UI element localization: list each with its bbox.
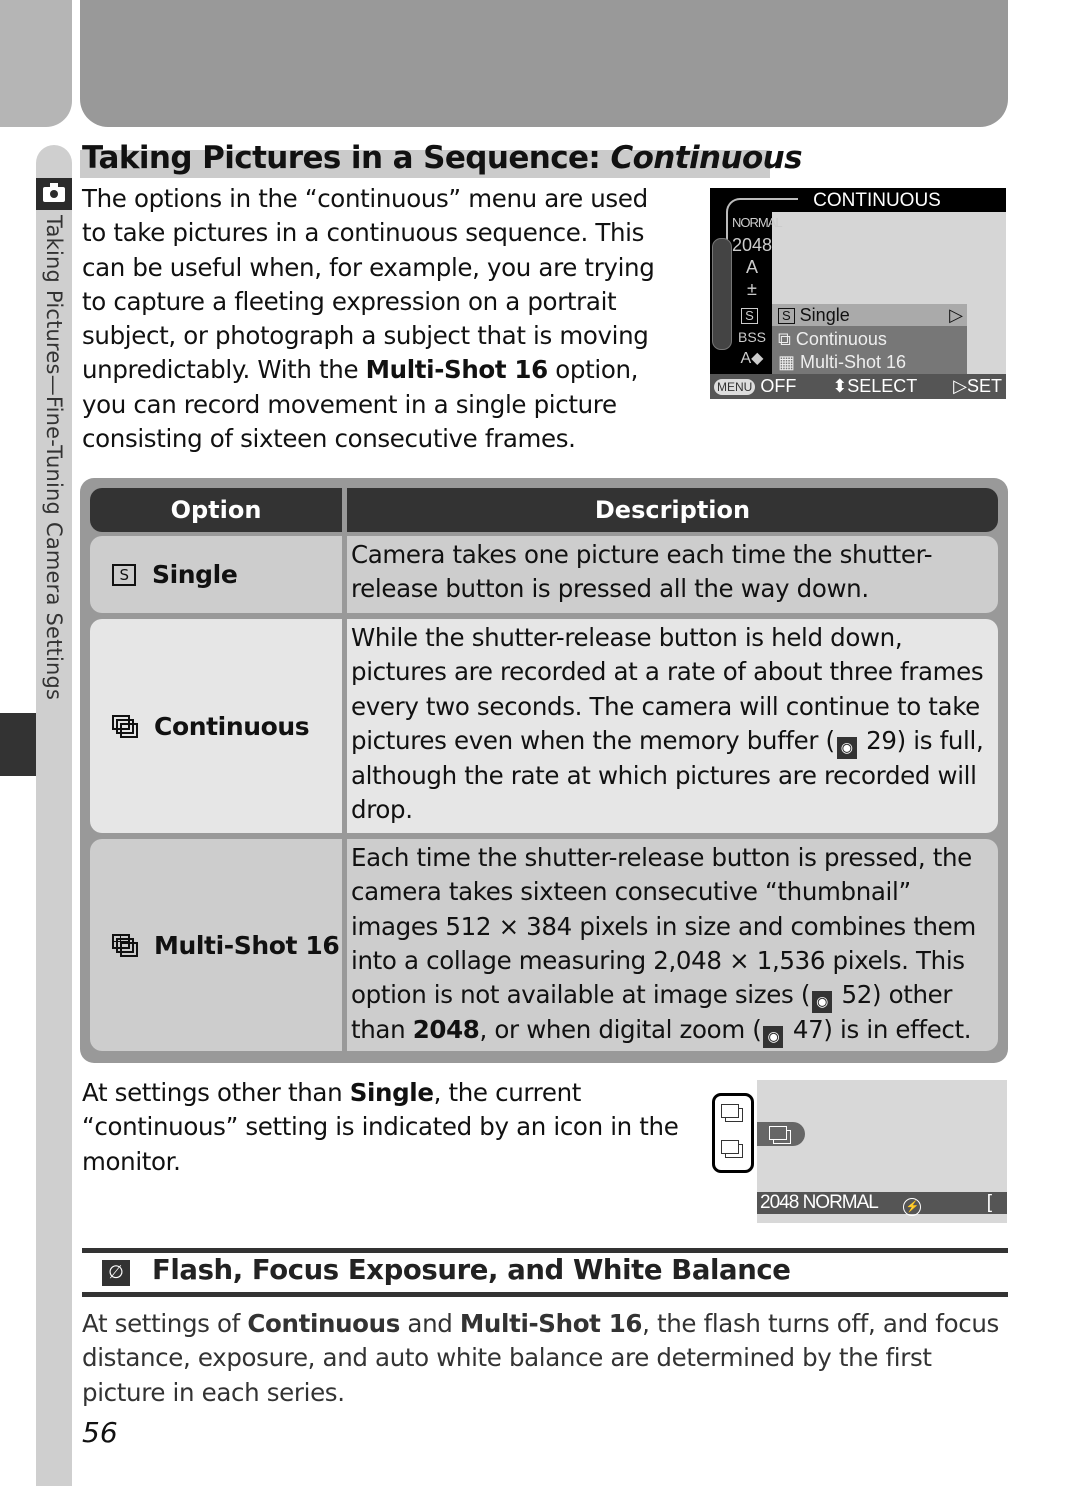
- section-thumb-tab: [0, 713, 36, 776]
- menu-left-column: NORMAL 2048 A ± S BSS A◆: [732, 212, 783, 374]
- menu-wb: A: [745, 257, 758, 277]
- page-title-main: Taking Pictures in a Sequence:: [82, 140, 611, 176]
- icon-callout: [712, 1093, 754, 1173]
- page-reference-link[interactable]: 47: [785, 1015, 824, 1044]
- intro-paragraph: The options in the “continuous” menu are…: [82, 182, 677, 456]
- menu-option-single[interactable]: S Single ▷: [772, 304, 967, 326]
- page-reference-link[interactable]: 29: [859, 726, 897, 755]
- camera-menu-screen: CONTINUOUS NORMAL 2048 A ± S BSS A◆ S Sin…: [710, 188, 1006, 399]
- menu-continuous-item: S: [741, 308, 758, 325]
- flash-off-icon: ⚡: [903, 1198, 922, 1216]
- monitor-status-bar: 2048 NORMAL ⚡ [: [757, 1192, 1007, 1216]
- note-title: Flash, Focus Exposure, and White Balance: [152, 1254, 791, 1286]
- menu-option-continuous[interactable]: ⧉ Continuous: [772, 328, 967, 350]
- table-header-description: Description: [347, 488, 998, 532]
- note-bold: Multi-Shot 16: [459, 1309, 643, 1338]
- table-row-description: Camera takes one picture each time the s…: [347, 536, 998, 613]
- multi-shot-icon: ▦: [778, 352, 801, 372]
- menu-bss: BSS: [737, 329, 766, 345]
- menu-mode-pill: [712, 238, 732, 350]
- note-rule-bottom: [82, 1292, 1008, 1297]
- monitor-display: 2048 NORMAL ⚡ [: [757, 1080, 1007, 1223]
- focus-bracket-icon: [: [986, 1192, 992, 1213]
- monitor-note-text: At settings other than: [82, 1078, 350, 1107]
- desc-text: , or when digital zoom (: [479, 1015, 762, 1045]
- menu-footer: MENU OFF ⬍SELECT ▷SET: [710, 374, 1006, 399]
- continuous-icon: ⧉: [778, 329, 796, 349]
- monitor-note-paragraph: At settings other than Single, the curre…: [82, 1076, 682, 1179]
- menu-exposure-comp: ±: [747, 279, 757, 299]
- page-title-italic: Continuous: [610, 140, 802, 176]
- intro-bold: Multi-Shot 16: [365, 355, 549, 385]
- status-image-quality: NORMAL: [802, 1192, 879, 1213]
- page-reference-icon: ◉: [812, 991, 833, 1014]
- single-frame-icon: S: [778, 308, 795, 325]
- menu-af: A◆: [740, 350, 764, 367]
- options-table: Option Description S Single Camera takes…: [80, 478, 1008, 1063]
- table-row-option: Continuous: [90, 619, 342, 833]
- option-name: Multi-Shot 16: [154, 930, 340, 960]
- page-reference-link[interactable]: 52: [834, 980, 872, 1009]
- menu-set-label: ▷SET: [953, 376, 1002, 396]
- table-header-option: Option: [90, 488, 342, 532]
- monitor-note-bold: Single: [349, 1078, 434, 1107]
- menu-select-label: ⬍SELECT: [832, 376, 918, 396]
- page-number: 56: [82, 1416, 118, 1449]
- table-row-description: Each time the shutter-release button is …: [347, 839, 998, 1051]
- header-banner: [80, 0, 1008, 127]
- page-title: Taking Pictures in a Sequence: Continuou…: [82, 140, 803, 176]
- note-paragraph: At settings of Continuous and Multi-Shot…: [82, 1307, 1012, 1410]
- menu-quality: NORMAL: [732, 215, 783, 230]
- desc-bold: 2048: [412, 1015, 480, 1045]
- note-text: At settings of: [82, 1309, 248, 1338]
- menu-title: CONTINUOUS: [813, 190, 941, 211]
- sidebar-section-label: Taking Pictures—Fine-Tuning Camera Setti…: [42, 215, 66, 701]
- option-name: Single: [152, 560, 238, 589]
- note-rule-top: [82, 1248, 1008, 1253]
- note-bold: Continuous: [247, 1309, 400, 1338]
- pencil-note-icon: ∅: [102, 1260, 130, 1286]
- page-reference-icon: ◉: [763, 1026, 784, 1049]
- menu-key-icon: MENU: [714, 379, 756, 396]
- menu-option-label: Continuous: [795, 329, 887, 349]
- table-row-option: Multi-Shot 16: [90, 839, 342, 1051]
- continuous-indicator-badge: [757, 1122, 805, 1146]
- continuous-icon: [112, 715, 138, 738]
- desc-text: ) is in effect.: [823, 1015, 972, 1045]
- page-reference-icon: ◉: [836, 736, 857, 759]
- status-image-size: 2048: [760, 1192, 799, 1213]
- menu-off-label: OFF: [760, 376, 797, 396]
- table-row-option: S Single: [90, 536, 342, 613]
- multi-shot-icon: [112, 934, 138, 957]
- single-frame-icon: S: [112, 563, 136, 586]
- menu-option-multishot[interactable]: ▦ Multi-Shot 16: [772, 351, 967, 373]
- arrow-right-icon: ▷: [949, 305, 963, 325]
- menu-size: 2048: [732, 235, 773, 255]
- menu-option-label: Multi-Shot 16: [800, 352, 907, 372]
- header-left-tab: [0, 0, 72, 127]
- menu-option-label: Single: [799, 305, 850, 325]
- option-name: Continuous: [154, 711, 310, 741]
- table-row-description: While the shutter-release button is held…: [347, 619, 998, 833]
- camera-icon: [36, 178, 72, 210]
- note-text: and: [399, 1309, 460, 1338]
